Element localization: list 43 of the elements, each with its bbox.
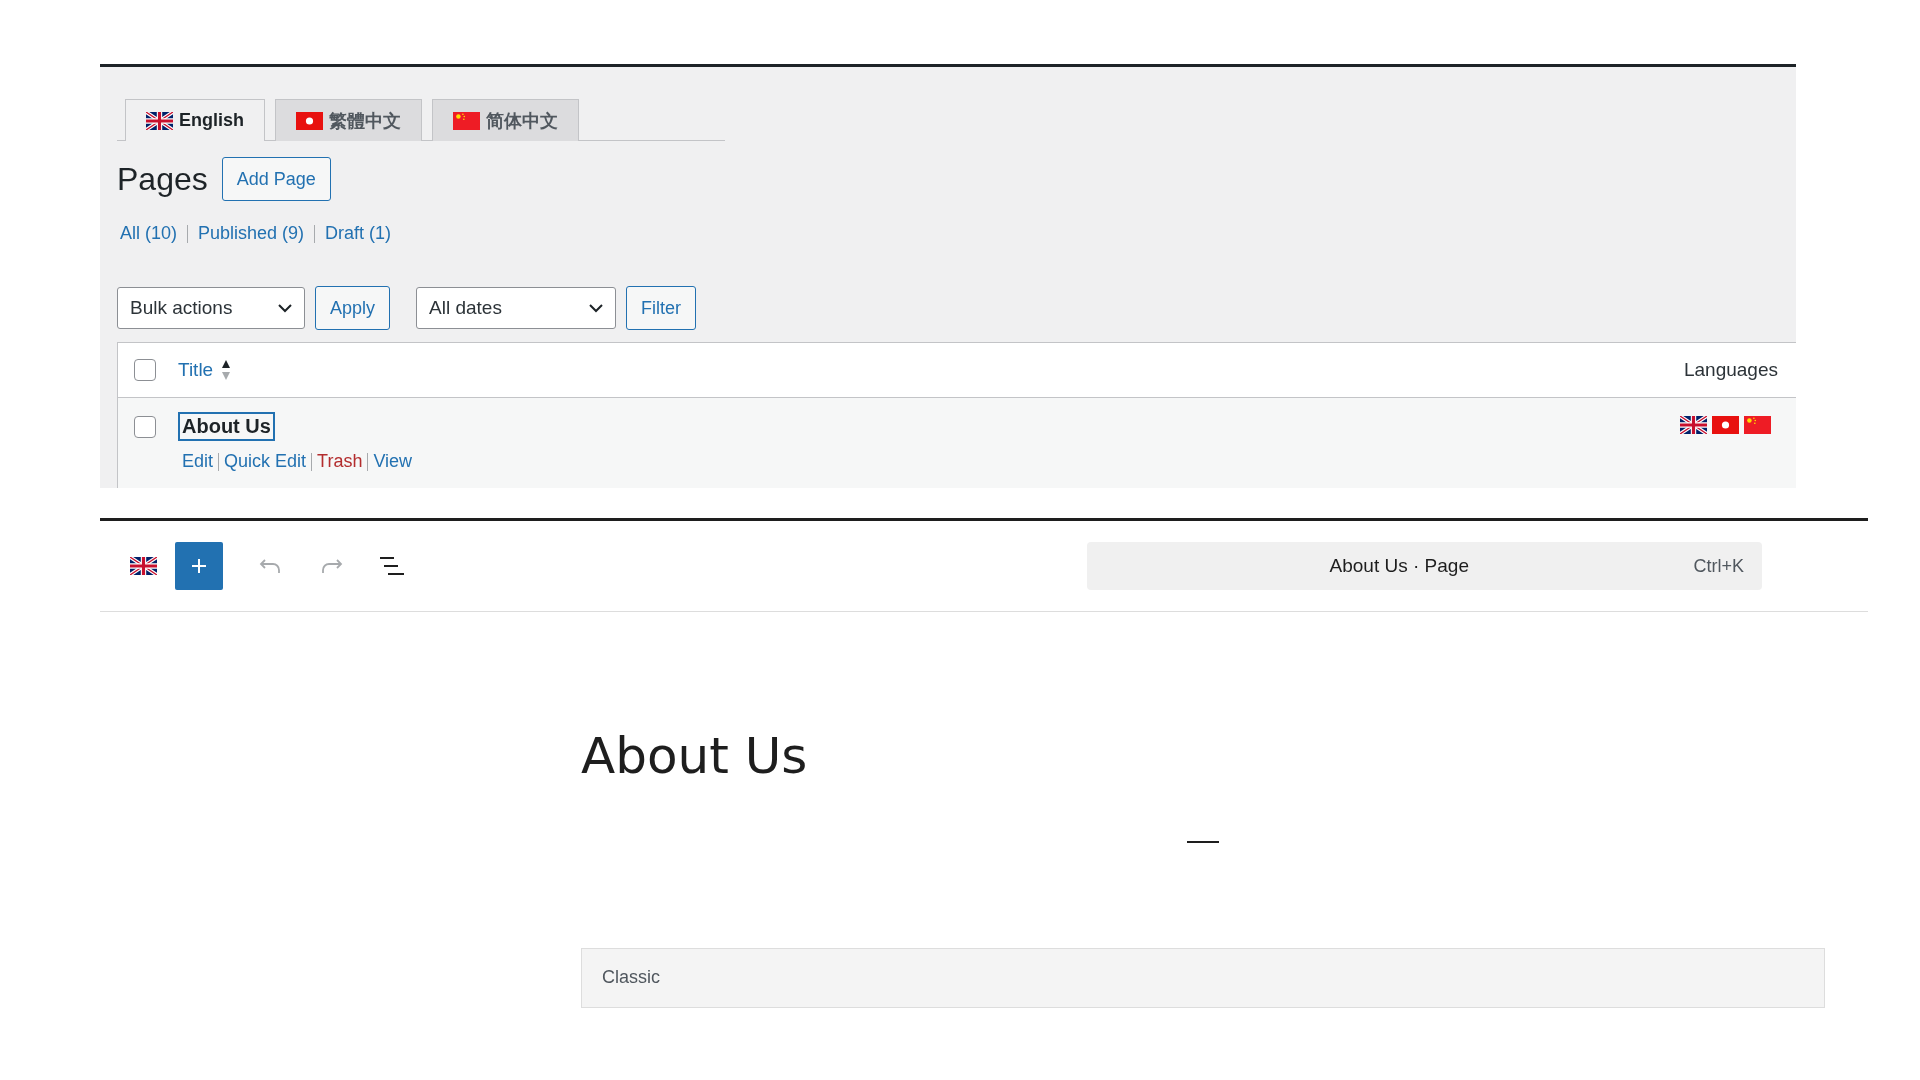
language-tab[interactable]: English: [125, 99, 265, 141]
row-action-link[interactable]: View: [373, 451, 413, 472]
add-block-button[interactable]: [175, 542, 223, 590]
list-view-icon[interactable]: [379, 556, 405, 576]
add-page-button[interactable]: Add Page: [221, 157, 331, 201]
page-title-link[interactable]: About Us: [178, 412, 275, 441]
flag-icon: [296, 111, 323, 130]
language-tab[interactable]: 繁體中文: [275, 99, 422, 141]
sort-icon: [221, 359, 232, 381]
classic-block[interactable]: Classic: [581, 947, 1825, 1008]
flag-icon: [130, 557, 157, 575]
post-title[interactable]: About Us: [581, 727, 1825, 785]
document-title: About Us · Page: [1328, 555, 1470, 577]
separator-line: [1187, 841, 1219, 843]
status-filter-link[interactable]: Published (9): [198, 223, 305, 244]
keyboard-shortcut: Ctrl+K: [1693, 555, 1744, 577]
plus-icon: [190, 557, 208, 575]
flag-icon: [1712, 416, 1739, 434]
chevron-down-icon: [278, 303, 292, 313]
row-action-link[interactable]: Quick Edit: [224, 451, 307, 472]
block-label: Classic: [602, 967, 660, 988]
select-all-checkbox[interactable]: [134, 359, 156, 381]
date-filter-dropdown[interactable]: All dates: [416, 287, 617, 329]
flag-icon: [146, 111, 173, 130]
status-filter-link[interactable]: Draft (1): [325, 223, 392, 244]
row-action-link[interactable]: Edit: [182, 451, 214, 472]
chevron-down-icon: [589, 303, 604, 313]
flag-icon: [1744, 416, 1771, 434]
title-column-header[interactable]: Title: [178, 359, 214, 381]
row-action-link[interactable]: Trash: [317, 451, 363, 472]
redo-icon[interactable]: [319, 557, 343, 575]
page-title: Pages: [117, 160, 208, 198]
status-filter-link[interactable]: All (10): [120, 223, 177, 244]
undo-icon[interactable]: [259, 557, 283, 575]
languages-column-header: Languages: [1683, 359, 1778, 381]
apply-button[interactable]: Apply: [315, 286, 391, 330]
language-tab[interactable]: 简体中文: [432, 99, 579, 141]
flag-icon: [1680, 416, 1707, 434]
flag-icon: [453, 111, 480, 130]
filter-button[interactable]: Filter: [626, 286, 697, 330]
command-bar[interactable]: About Us · Page Ctrl+K: [1087, 542, 1762, 590]
bulk-actions-dropdown[interactable]: Bulk actions: [117, 287, 305, 329]
row-checkbox[interactable]: [134, 416, 156, 438]
